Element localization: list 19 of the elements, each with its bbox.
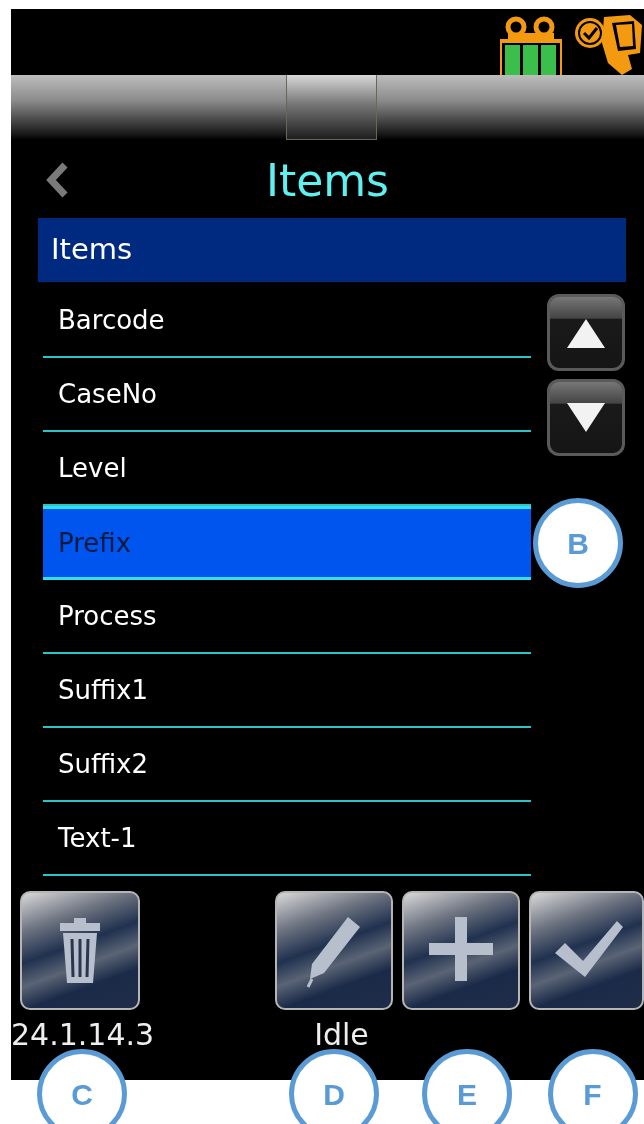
edit-button[interactable] [275,891,393,1010]
handle[interactable] [286,75,377,140]
page-title: Items [265,159,390,203]
version-label: 24.1.14.3 [11,1020,155,1050]
list-item[interactable]: CaseNo [43,358,531,432]
list-header: Items [38,218,626,282]
battery-icon [498,15,564,77]
list-item[interactable]: Text-1 [43,802,531,876]
list-item[interactable]: Suffix2 [43,728,531,802]
list-item[interactable]: Suffix1 [43,654,531,728]
scroll-down-button[interactable] [547,379,625,456]
add-button[interactable] [402,891,520,1010]
confirm-button[interactable] [529,891,644,1010]
delete-button[interactable] [20,891,140,1010]
list-item[interactable]: Process [43,580,531,654]
list-item[interactable]: Barcode [43,284,531,358]
scroll-up-button[interactable] [547,294,625,371]
down-arrow-icon [566,401,606,434]
status-label: Idle [314,1020,369,1050]
